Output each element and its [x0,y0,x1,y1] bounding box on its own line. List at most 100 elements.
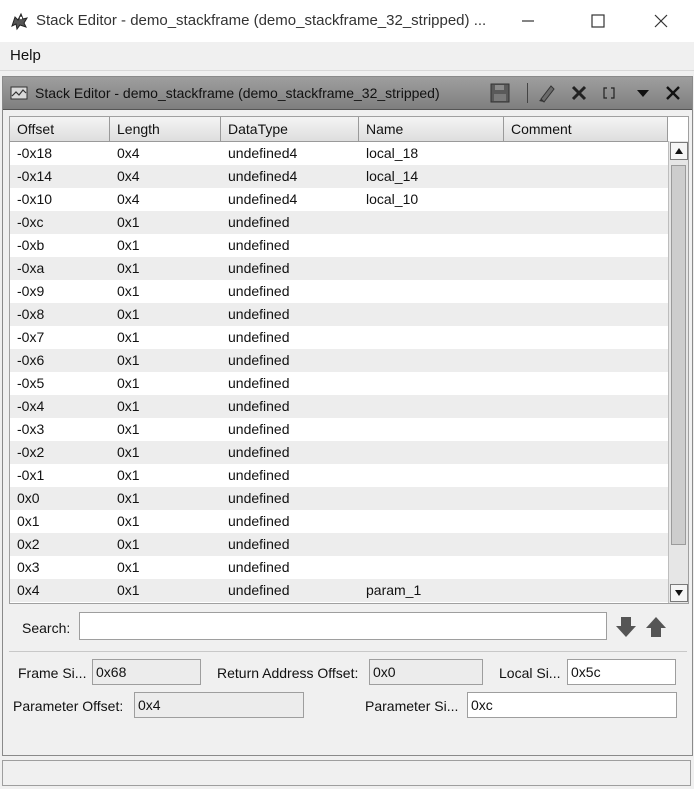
table-row[interactable]: -0x6 0x1 undefined [10,349,668,372]
cell-offset[interactable]: -0x6 [10,349,110,372]
cell-comment[interactable] [504,280,668,303]
cell-comment[interactable] [504,326,668,349]
cell-length[interactable]: 0x1 [110,418,221,441]
scroll-up-button[interactable] [670,142,688,160]
table-row[interactable]: -0x9 0x1 undefined [10,280,668,303]
cell-datatype[interactable]: undefined [221,372,359,395]
cell-length[interactable]: 0x1 [110,556,221,579]
column-header-comment[interactable]: Comment [504,117,668,141]
scroll-down-button[interactable] [670,584,688,602]
cell-name[interactable] [359,556,504,579]
cell-offset[interactable]: -0x9 [10,280,110,303]
table-row[interactable]: 0x2 0x1 undefined [10,533,668,556]
cell-offset[interactable]: -0xb [10,234,110,257]
cell-name[interactable] [359,418,504,441]
cell-offset[interactable]: -0x3 [10,418,110,441]
parameter-size-field[interactable]: 0xc [467,692,677,718]
cell-datatype[interactable]: undefined [221,280,359,303]
cell-datatype[interactable]: undefined [221,510,359,533]
cell-length[interactable]: 0x1 [110,464,221,487]
cell-datatype[interactable]: undefined4 [221,188,359,211]
table-row[interactable]: 0x0 0x1 undefined [10,487,668,510]
cell-datatype[interactable]: undefined [221,441,359,464]
table-row[interactable]: -0x4 0x1 undefined [10,395,668,418]
cell-comment[interactable] [504,464,668,487]
cell-comment[interactable] [504,441,668,464]
cell-name[interactable] [359,326,504,349]
table-row[interactable]: 0x1 0x1 undefined [10,510,668,533]
edit-button[interactable] [534,81,560,105]
table-row[interactable]: -0x1 0x1 undefined [10,464,668,487]
table-row[interactable]: 0x3 0x1 undefined [10,556,668,579]
search-input[interactable] [79,612,607,640]
cell-comment[interactable] [504,510,668,533]
cell-comment[interactable] [504,556,668,579]
cell-name[interactable] [359,372,504,395]
cell-name[interactable] [359,211,504,234]
table-row[interactable]: -0x5 0x1 undefined [10,372,668,395]
cell-name[interactable]: local_18 [359,142,504,165]
cell-name[interactable] [359,487,504,510]
cell-comment[interactable] [504,349,668,372]
table-row[interactable]: 0x4 0x1 undefined param_1 [10,579,668,602]
cell-name[interactable]: local_10 [359,188,504,211]
table-row[interactable]: -0x2 0x1 undefined [10,441,668,464]
cell-length[interactable]: 0x1 [110,441,221,464]
menu-help[interactable]: Help [10,47,41,64]
cell-datatype[interactable]: undefined [221,211,359,234]
cell-length[interactable]: 0x1 [110,487,221,510]
cell-length[interactable]: 0x1 [110,257,221,280]
cell-length[interactable]: 0x1 [110,533,221,556]
cell-length[interactable]: 0x1 [110,234,221,257]
close-window-button[interactable] [638,6,684,36]
cell-length[interactable]: 0x1 [110,326,221,349]
cell-datatype[interactable]: undefined [221,533,359,556]
cell-name[interactable] [359,464,504,487]
cell-comment[interactable] [504,188,668,211]
table-row[interactable]: -0x14 0x4 undefined4 local_14 [10,165,668,188]
close-panel-button[interactable] [660,81,686,105]
cell-comment[interactable] [504,487,668,510]
cell-name[interactable] [359,257,504,280]
cell-length[interactable]: 0x1 [110,395,221,418]
cell-comment[interactable] [504,234,668,257]
cell-comment[interactable] [504,257,668,280]
cell-name[interactable] [359,533,504,556]
cell-datatype[interactable]: undefined [221,579,359,602]
table-row[interactable]: -0x7 0x1 undefined [10,326,668,349]
cell-datatype[interactable]: undefined [221,257,359,280]
cell-offset[interactable]: 0x0 [10,487,110,510]
cell-datatype[interactable]: undefined [221,326,359,349]
local-size-field[interactable]: 0x5c [567,659,676,685]
cell-offset[interactable]: -0x1 [10,464,110,487]
column-header-name[interactable]: Name [359,117,504,141]
cell-name[interactable] [359,441,504,464]
cell-length[interactable]: 0x1 [110,280,221,303]
cell-name[interactable] [359,395,504,418]
scroll-thumb[interactable] [671,165,686,545]
cell-name[interactable] [359,510,504,533]
cell-comment[interactable] [504,211,668,234]
cell-datatype[interactable]: undefined [221,556,359,579]
cell-offset[interactable]: 0x2 [10,533,110,556]
cell-comment[interactable] [504,395,668,418]
cell-datatype[interactable]: undefined [221,418,359,441]
cell-length[interactable]: 0x1 [110,211,221,234]
maximize-button[interactable] [575,6,621,36]
table-row[interactable]: -0x10 0x4 undefined4 local_10 [10,188,668,211]
cell-comment[interactable] [504,579,668,602]
cell-offset[interactable]: -0xc [10,211,110,234]
table-row[interactable]: -0x8 0x1 undefined [10,303,668,326]
cell-offset[interactable]: 0x1 [10,510,110,533]
cell-offset[interactable]: -0xa [10,257,110,280]
cell-comment[interactable] [504,418,668,441]
cell-length[interactable]: 0x1 [110,349,221,372]
cell-comment[interactable] [504,533,668,556]
column-header-offset[interactable]: Offset [10,117,110,141]
cell-length[interactable]: 0x1 [110,303,221,326]
cell-name[interactable]: local_14 [359,165,504,188]
cell-offset[interactable]: 0x3 [10,556,110,579]
cell-datatype[interactable]: undefined [221,464,359,487]
cell-offset[interactable]: -0x10 [10,188,110,211]
cell-comment[interactable] [504,372,668,395]
